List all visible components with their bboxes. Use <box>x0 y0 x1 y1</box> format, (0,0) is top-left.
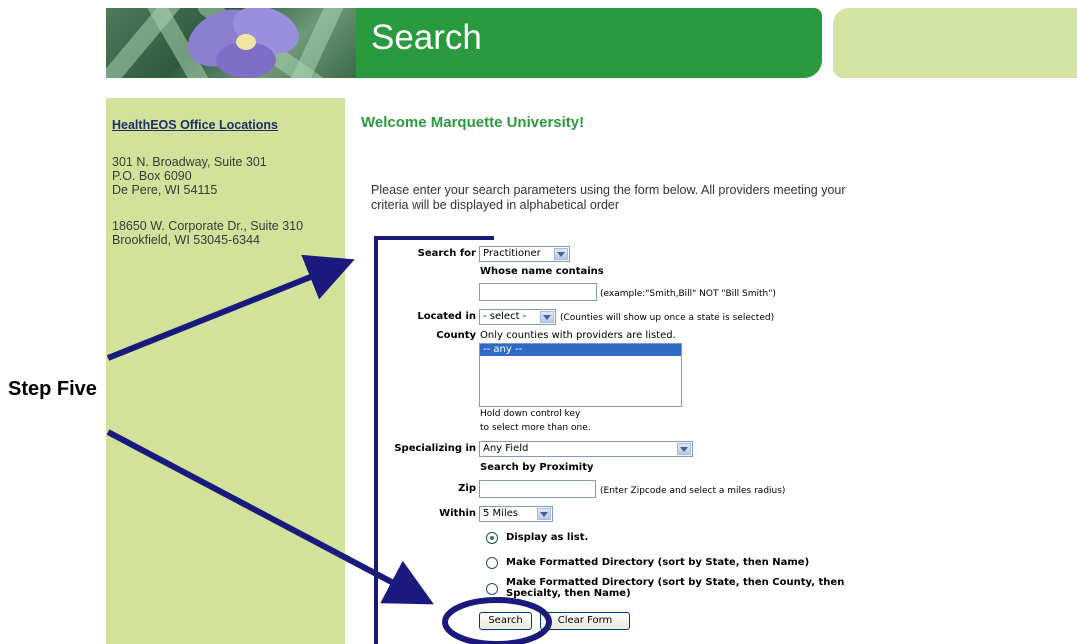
arrow-to-search-button <box>106 429 434 605</box>
arrow-to-search-for <box>106 254 355 361</box>
search-button-highlight-circle <box>442 597 552 644</box>
annotation-overlay <box>106 236 552 644</box>
